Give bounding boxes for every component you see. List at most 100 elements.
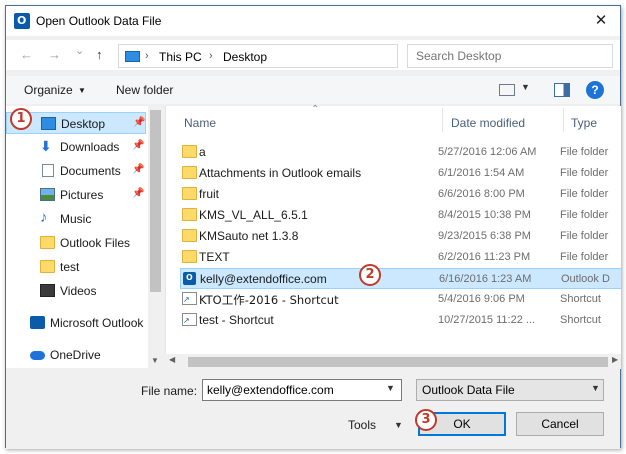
nav-item-test[interactable]: test [6, 256, 146, 278]
folder-icon [182, 229, 197, 242]
help-icon[interactable]: ? [586, 81, 604, 99]
column-separator[interactable] [563, 108, 564, 132]
nav-item-label: Pictures [60, 188, 104, 202]
horizontal-scrollbar-thumb[interactable] [188, 357, 608, 367]
nav-item-microsoft-outlook[interactable]: Microsoft Outlook [0, 312, 143, 334]
file-name: Attachments in Outlook emails [199, 166, 362, 180]
nav-item-label: Microsoft Outlook [50, 316, 144, 330]
new-folder-button[interactable]: New folder [116, 83, 173, 97]
file-type-select[interactable]: Outlook Data File [416, 379, 604, 401]
file-name-input[interactable] [202, 379, 402, 401]
scroll-left-icon[interactable]: ◀ [169, 355, 175, 364]
column-header-name[interactable]: Name [184, 106, 216, 132]
breadcrumb-desktop[interactable]: Desktop [223, 50, 267, 64]
file-row-a[interactable]: a 5/27/2016 12:06 AM File folder [180, 142, 622, 163]
file-type: File folder [560, 251, 609, 263]
outlook-icon [30, 316, 45, 329]
nav-item-outlook-files[interactable]: Outlook Files [6, 232, 146, 254]
nav-item-label: Outlook Files [60, 236, 131, 250]
address-bar[interactable]: › This PC › Desktop [118, 44, 398, 68]
file-row-fruit[interactable]: fruit 6/6/2016 8:00 PM File folder [180, 184, 622, 205]
file-name: TEXT [199, 250, 230, 264]
file-row-kelly-pst[interactable]: kelly@extendoffice.com 6/16/2016 1:23 AM… [180, 268, 622, 289]
pictures-icon [40, 188, 55, 201]
pst-file-icon [183, 271, 196, 285]
file-type: File folder [560, 146, 609, 158]
preview-pane-icon[interactable] [554, 83, 570, 97]
file-row-attachments[interactable]: Attachments in Outlook emails 6/1/2016 1… [180, 163, 622, 184]
cancel-button[interactable]: Cancel [516, 412, 604, 436]
shortcut-icon [182, 292, 197, 305]
step-badge-3: 3 [415, 409, 437, 431]
folder-icon [40, 260, 55, 273]
file-date: 6/6/2016 8:00 PM [438, 188, 525, 200]
nav-item-label: Music [60, 212, 92, 226]
file-name-dropdown-icon[interactable]: ▼ [386, 383, 395, 393]
nav-item-onedrive[interactable]: OneDrive [0, 344, 136, 366]
search-input[interactable] [407, 44, 613, 68]
command-toolbar: Organize ▼ New folder ▼ ? [6, 76, 620, 104]
file-name: KMSauto net 1.3.8 [199, 229, 299, 243]
back-icon[interactable]: ← [20, 47, 33, 62]
shortcut-icon [182, 313, 197, 326]
file-type: Outlook D [561, 273, 610, 285]
organize-button[interactable]: Organize [24, 83, 73, 97]
pin-icon[interactable]: 📌 [132, 140, 144, 151]
file-date: 6/1/2016 1:54 AM [438, 167, 525, 179]
pin-icon[interactable]: 📌 [133, 117, 145, 128]
nav-item-downloads[interactable]: ⬇ Downloads 📌 [6, 136, 146, 158]
column-header-date-modified[interactable]: Date modified [451, 106, 525, 132]
column-separator[interactable] [442, 108, 443, 132]
nav-item-pictures[interactable]: Pictures 📌 [6, 184, 146, 206]
breadcrumb-this-pc[interactable]: This PC [159, 50, 202, 64]
sort-ascending-icon: ⌃ [311, 104, 320, 115]
file-name: KTO工作-2016 - Shortcut [199, 293, 339, 307]
file-row-kto-shortcut[interactable]: KTO工作-2016 - Shortcut 5/4/2016 9:06 PM S… [180, 289, 622, 310]
folder-icon [182, 166, 197, 179]
step-badge-1: 1 [10, 108, 32, 130]
folder-icon [182, 187, 197, 200]
close-icon[interactable]: ✕ [592, 12, 610, 30]
file-date: 10/27/2015 11:22 ... [438, 314, 536, 326]
file-type: Shortcut [560, 293, 601, 305]
file-date: 6/2/2016 11:23 PM [438, 251, 531, 263]
nav-item-music[interactable]: ♪ Music [6, 208, 146, 230]
tools-dropdown-icon[interactable]: ▼ [394, 420, 403, 430]
up-icon[interactable]: ↑ [96, 47, 103, 62]
forward-icon[interactable]: → [48, 47, 61, 62]
file-row-text[interactable]: TEXT 6/2/2016 11:23 PM File folder [180, 247, 622, 268]
pin-icon[interactable]: 📌 [132, 188, 144, 199]
address-row: ← → ⌄ ↑ › This PC › Desktop [6, 40, 620, 70]
scroll-right-icon[interactable]: ▶ [612, 355, 618, 364]
file-name: test - Shortcut [199, 313, 274, 327]
file-type-dropdown-icon[interactable]: ▼ [591, 383, 600, 393]
tools-button[interactable]: Tools [348, 418, 376, 432]
file-name: kelly@extendoffice.com [200, 272, 327, 286]
pin-icon[interactable]: 📌 [132, 164, 144, 175]
file-name-label: File name: [141, 384, 198, 398]
file-date: 5/27/2016 12:06 AM [438, 146, 537, 158]
file-row-kmsauto[interactable]: KMSauto net 1.3.8 9/23/2015 6:38 PM File… [180, 226, 622, 247]
scroll-down-icon[interactable]: ▼ [151, 356, 159, 365]
file-date: 9/23/2015 6:38 PM [438, 230, 531, 242]
nav-scrollbar-thumb[interactable] [150, 110, 161, 292]
column-header-type[interactable]: Type [571, 106, 597, 132]
file-date: 6/16/2016 1:23 AM [439, 273, 532, 285]
view-options-dropdown-icon[interactable]: ▼ [521, 82, 530, 92]
folder-icon [182, 208, 197, 221]
file-row-test-shortcut[interactable]: test - Shortcut 10/27/2015 11:22 ... Sho… [180, 310, 622, 331]
file-name: a [199, 145, 206, 159]
nav-item-videos[interactable]: Videos [6, 280, 146, 302]
change-view-icon[interactable] [499, 84, 515, 96]
organize-dropdown-icon[interactable]: ▼ [78, 86, 86, 95]
nav-item-label: test [60, 260, 80, 274]
outlook-app-icon [14, 13, 30, 29]
window-title: Open Outlook Data File [36, 14, 162, 28]
file-date: 8/4/2015 10:38 PM [438, 209, 531, 221]
recent-locations-icon[interactable]: ⌄ [75, 44, 84, 57]
file-row-kms-vl-all[interactable]: KMS_VL_ALL_6.5.1 8/4/2015 10:38 PM File … [180, 205, 622, 226]
file-type: File folder [560, 209, 609, 221]
this-pc-icon [125, 51, 140, 62]
breadcrumb-separator: › [145, 50, 149, 62]
nav-item-documents[interactable]: Documents 📌 [6, 160, 146, 182]
